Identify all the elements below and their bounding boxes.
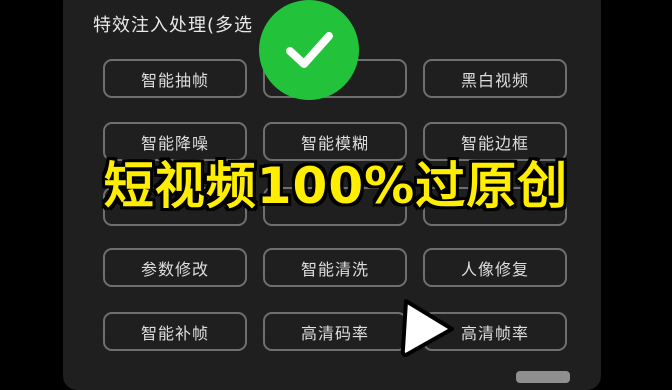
section-title: 特效注入处理(多选 [93,15,254,36]
option-parameter-modify[interactable]: 参数修改 [103,248,247,287]
option-hd-bitrate[interactable]: 高清码率 [263,312,407,351]
play-cursor-icon [400,299,454,357]
scroll-thumb[interactable] [516,371,570,383]
headline-overlay: 短视频100%过原创 [103,157,569,215]
check-icon [286,32,333,68]
option-portrait-restore[interactable]: 人像修复 [423,248,567,287]
option-smart-clean[interactable]: 智能清洗 [263,248,407,287]
option-smart-frame-interpolation[interactable]: 智能补帧 [103,312,247,351]
check-badge [259,0,359,100]
option-smart-frame-sampling[interactable]: 智能抽帧 [103,59,247,98]
option-black-white-video[interactable]: 黑白视频 [423,59,567,98]
